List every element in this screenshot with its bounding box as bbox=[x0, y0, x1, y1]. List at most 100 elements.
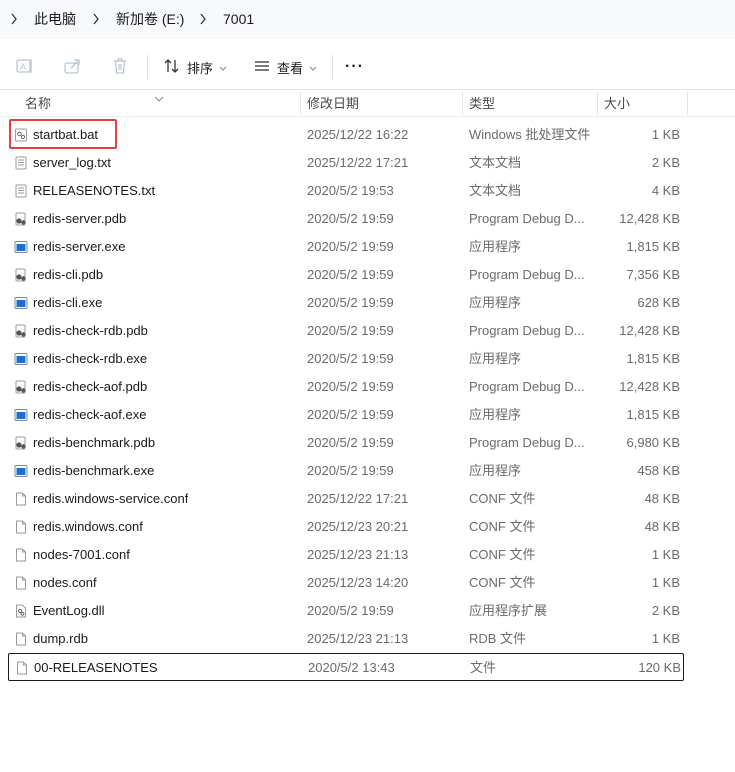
file-row[interactable]: redis-check-rdb.pdb 2020/5/2 19:59 Program… bbox=[8, 317, 684, 345]
view-button[interactable]: 查看 bbox=[253, 44, 317, 90]
file-date: 2025/12/23 14:20 bbox=[307, 575, 409, 590]
chevron-right-icon[interactable] bbox=[197, 10, 209, 28]
file-type: CONF 文件 bbox=[469, 547, 536, 562]
file-type: Windows 批处理文件 bbox=[469, 127, 591, 142]
file-date: 2020/5/2 19:59 bbox=[307, 211, 394, 226]
file-size: 120 KB bbox=[638, 660, 681, 675]
file-size: 1,815 KB bbox=[626, 239, 681, 254]
file-type: CONF 文件 bbox=[469, 575, 536, 590]
column-divider[interactable] bbox=[300, 92, 301, 115]
file-row[interactable]: dump.rdb 2025/12/23 21:13 RDB 文件 1 KB bbox=[8, 625, 684, 653]
file-date: 2020/5/2 19:59 bbox=[307, 351, 394, 366]
file-row[interactable]: redis.windows.conf 2025/12/23 20:21 CONF 文… bbox=[8, 513, 684, 541]
file-name: redis.windows.conf bbox=[33, 519, 143, 534]
file-type: 文本文档 bbox=[469, 183, 522, 198]
share-button[interactable] bbox=[63, 44, 83, 90]
file-row[interactable]: 00-RELEASENOTES 2020/5/2 13:43 文件 120 KB bbox=[8, 653, 684, 681]
blank-file-icon bbox=[15, 661, 29, 675]
file-type: 应用程序 bbox=[469, 239, 522, 254]
rename-button[interactable]: A bbox=[15, 44, 35, 90]
file-type: CONF 文件 bbox=[469, 491, 536, 506]
file-type: 文本文档 bbox=[469, 155, 522, 170]
file-date: 2020/5/2 13:43 bbox=[308, 660, 395, 675]
breadcrumb-drive[interactable]: 新加卷 (E:) bbox=[116, 10, 184, 28]
file-size: 6,980 KB bbox=[626, 435, 681, 450]
file-row[interactable]: redis-server.pdb 2020/5/2 19:59 Program De… bbox=[8, 205, 684, 233]
file-row[interactable]: redis-check-rdb.exe 2020/5/2 19:59 应用程序 1,8… bbox=[8, 345, 684, 373]
column-name[interactable]: 名称 bbox=[25, 90, 51, 117]
file-date: 2025/12/22 16:22 bbox=[307, 127, 409, 142]
file-date: 2020/5/2 19:59 bbox=[307, 603, 394, 618]
file-size: 1,815 KB bbox=[626, 407, 681, 422]
file-type: 应用程序扩展 bbox=[469, 603, 548, 618]
sort-icon bbox=[163, 58, 181, 77]
blank-file-icon bbox=[14, 632, 28, 646]
pdb-file-icon bbox=[14, 324, 28, 338]
file-row[interactable]: redis.windows-service.conf 2025/12/22 17:… bbox=[8, 485, 684, 513]
blank-file-icon bbox=[14, 548, 28, 562]
file-size: 7,356 KB bbox=[626, 267, 681, 282]
file-row[interactable]: redis-benchmark.pdb 2020/5/2 19:59 Program… bbox=[8, 429, 684, 457]
sort-label: 排序 bbox=[187, 60, 214, 76]
file-row[interactable]: nodes.conf 2025/12/23 14:20 CONF 文件 1 KB bbox=[8, 569, 684, 597]
rename-icon: A bbox=[15, 57, 35, 78]
file-size: 628 KB bbox=[637, 295, 680, 310]
breadcrumb-folder[interactable]: 7001 bbox=[223, 10, 254, 28]
file-row[interactable]: RELEASENOTES.txt 2020/5/2 19:53 文本文档 4 KB bbox=[8, 177, 684, 205]
more-options-button[interactable]: ··· bbox=[345, 44, 364, 90]
file-type: 文件 bbox=[470, 660, 497, 675]
file-row[interactable]: nodes-7001.conf 2025/12/23 21:13 CONF 文件 1 … bbox=[8, 541, 684, 569]
sort-button[interactable]: 排序 bbox=[163, 44, 227, 90]
file-name: EventLog.dll bbox=[33, 603, 105, 618]
file-name: 00-RELEASENOTES bbox=[34, 660, 158, 675]
file-date: 2020/5/2 19:59 bbox=[307, 239, 394, 254]
pdb-file-icon bbox=[14, 268, 28, 282]
column-size[interactable]: 大小 bbox=[604, 90, 630, 117]
column-type[interactable]: 类型 bbox=[469, 90, 495, 117]
sort-ascending-icon bbox=[154, 90, 164, 105]
file-name: nodes.conf bbox=[33, 575, 97, 590]
file-row[interactable]: redis-benchmark.exe 2020/5/2 19:59 应用程序 458… bbox=[8, 457, 684, 485]
file-row[interactable]: redis-cli.pdb 2020/5/2 19:59 Program Debug… bbox=[8, 261, 684, 289]
file-name: redis-benchmark.exe bbox=[33, 463, 155, 478]
file-date: 2020/5/2 19:59 bbox=[307, 463, 394, 478]
file-size: 12,428 KB bbox=[619, 379, 680, 394]
file-name: RELEASENOTES.txt bbox=[33, 183, 156, 198]
file-size: 1 KB bbox=[651, 547, 680, 562]
chevron-down-icon bbox=[309, 60, 317, 75]
file-row[interactable]: redis-check-aof.exe 2020/5/2 19:59 应用程序 1,8… bbox=[8, 401, 684, 429]
column-date[interactable]: 修改日期 bbox=[307, 90, 359, 117]
file-type: 应用程序 bbox=[469, 407, 522, 422]
highlight-box bbox=[9, 119, 117, 149]
text-file-icon bbox=[14, 184, 28, 198]
command-bar: A 排序 查看 ··· bbox=[0, 44, 735, 90]
file-row[interactable]: server_log.txt 2025/12/22 17:21 文本文档 2 KB bbox=[8, 149, 684, 177]
file-row[interactable]: redis-cli.exe 2020/5/2 19:59 应用程序 628 KB bbox=[8, 289, 684, 317]
file-type: 应用程序 bbox=[469, 295, 522, 310]
exe-file-icon bbox=[14, 296, 28, 310]
file-size: 4 KB bbox=[651, 183, 680, 198]
blank-file-icon bbox=[14, 576, 28, 590]
column-divider[interactable] bbox=[462, 92, 463, 115]
file-name: dump.rdb bbox=[33, 631, 88, 646]
file-type: Program Debug D... bbox=[469, 267, 585, 282]
breadcrumb-this-pc[interactable]: 此电脑 bbox=[34, 10, 76, 28]
file-size: 1 KB bbox=[651, 127, 680, 142]
file-row[interactable]: redis-server.exe 2020/5/2 19:59 应用程序 1,815 … bbox=[8, 233, 684, 261]
file-type: CONF 文件 bbox=[469, 519, 536, 534]
file-date: 2020/5/2 19:59 bbox=[307, 435, 394, 450]
blank-file-icon bbox=[14, 520, 28, 534]
column-divider[interactable] bbox=[687, 92, 688, 115]
column-divider[interactable] bbox=[597, 92, 598, 115]
file-name: redis-cli.exe bbox=[33, 295, 103, 310]
file-row[interactable]: redis-check-aof.pdb 2020/5/2 19:59 Program… bbox=[8, 373, 684, 401]
file-size: 458 KB bbox=[637, 463, 680, 478]
chevron-right-icon[interactable] bbox=[90, 10, 102, 28]
chevron-right-icon[interactable] bbox=[8, 10, 20, 28]
view-icon bbox=[253, 58, 271, 77]
pdb-file-icon bbox=[14, 212, 28, 226]
exe-file-icon bbox=[14, 408, 28, 422]
delete-button[interactable] bbox=[111, 44, 129, 90]
file-name: redis-check-aof.pdb bbox=[33, 379, 148, 394]
file-row[interactable]: EventLog.dll 2020/5/2 19:59 应用程序扩展 2 KB bbox=[8, 597, 684, 625]
